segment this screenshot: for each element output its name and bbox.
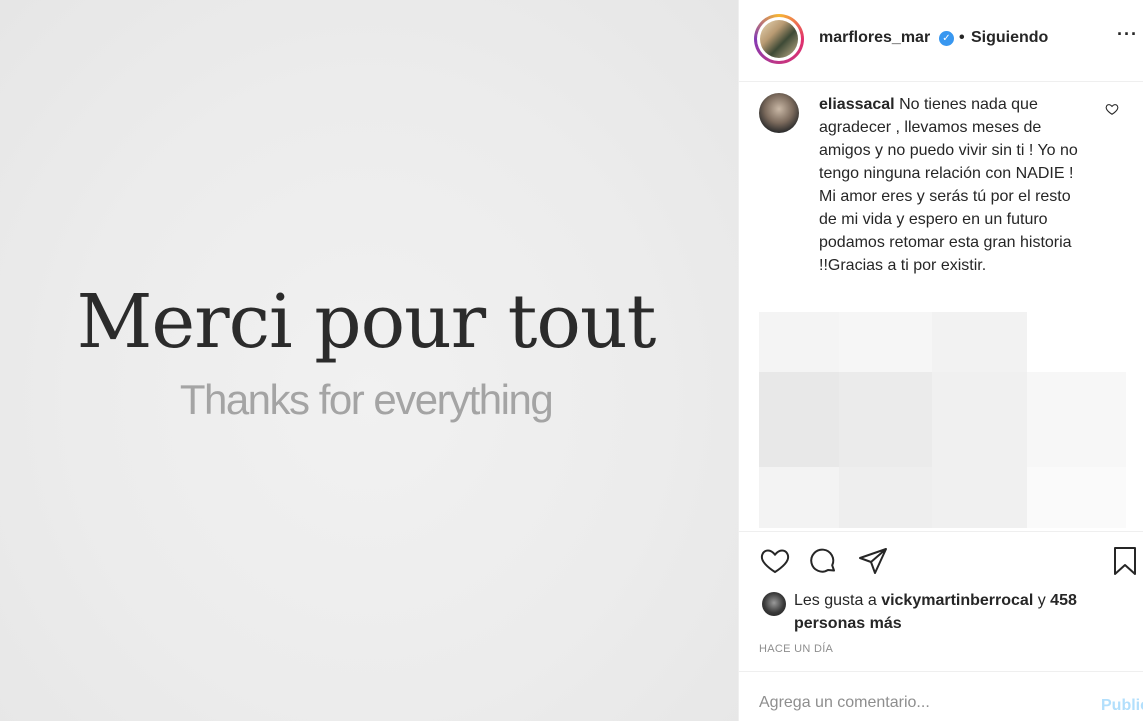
like-heart-icon[interactable] [759, 545, 791, 577]
post-timestamp[interactable]: HACE UN DÍA [759, 643, 833, 655]
likes-connector: y [1037, 592, 1046, 609]
post-header: marflores_mar ✓ • Siguiendo ··· [739, 0, 1143, 82]
bookmark-save-icon[interactable] [1109, 545, 1141, 577]
comment-author[interactable]: eliassacal [819, 96, 895, 113]
add-comment-input[interactable] [759, 694, 1059, 712]
image-subtitle-text: Thanks for everything [179, 376, 554, 423]
comment-divider [739, 671, 1143, 672]
commenter-avatar[interactable] [759, 93, 799, 133]
publish-button[interactable]: Publicar [1101, 697, 1143, 715]
post-image[interactable]: Merci pour tout Thanks for everything [0, 0, 738, 721]
blurred-content-area [759, 312, 1126, 528]
share-paper-plane-icon[interactable] [857, 545, 889, 577]
liker-avatar[interactable] [762, 592, 786, 616]
following-button[interactable]: Siguiendo [971, 29, 1048, 47]
likes-user-link[interactable]: vickymartinberrocal [881, 592, 1033, 609]
verified-badge-icon: ✓ [939, 31, 954, 46]
header-separator: • [959, 29, 965, 46]
comment-bubble-icon[interactable] [807, 545, 839, 577]
comment-text: No tienes nada que agradecer , llevamos … [819, 96, 1078, 274]
comment-body: eliassacal No tienes nada que agradecer … [819, 93, 1091, 277]
likes-summary: Les gusta a vickymartinberrocal y 458 pe… [794, 589, 1114, 635]
author-avatar-photo [760, 20, 798, 58]
image-title-text: Merci pour tout [76, 279, 657, 365]
likes-prefix: Les gusta a [794, 592, 877, 609]
comment-like-heart-icon[interactable] [1105, 102, 1119, 116]
post-side-panel: marflores_mar ✓ • Siguiendo ··· eliassac… [738, 0, 1143, 721]
author-username[interactable]: marflores_mar [819, 29, 930, 47]
more-options-icon[interactable]: ··· [1117, 24, 1138, 45]
actions-divider [739, 531, 1143, 532]
author-avatar[interactable] [754, 14, 804, 64]
